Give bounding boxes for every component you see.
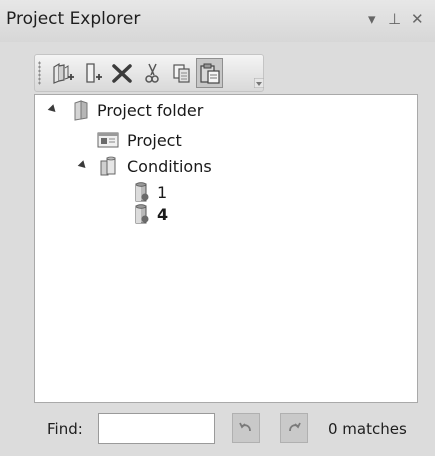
tree-node-label: Project folder — [97, 100, 204, 120]
cut-button[interactable] — [138, 59, 165, 87]
tree-node-label: Conditions — [127, 156, 212, 176]
find-previous-icon — [239, 422, 251, 432]
project-icon — [97, 132, 119, 148]
find-bar: Find: 0 matches — [34, 406, 418, 450]
find-input[interactable] — [98, 413, 215, 444]
copy-icon — [172, 64, 190, 83]
delete-icon — [111, 64, 132, 83]
project-tree: Project folder Project Conditions 1 4 — [34, 94, 418, 403]
toolbar-grip[interactable] — [38, 61, 41, 85]
new-folder-button[interactable] — [49, 59, 76, 87]
new-folder-icon — [52, 62, 74, 84]
panel-title: Project Explorer — [6, 9, 141, 29]
tree-node-label: 1 — [157, 182, 168, 202]
condition-item-icon — [135, 204, 149, 224]
pin-icon[interactable]: ⊥ — [388, 10, 401, 28]
project-explorer-panel: Project Explorer ▾ ⊥ ✕ Project folder Pr… — [0, 0, 435, 456]
new-item-icon — [85, 63, 102, 83]
title-bar: Project Explorer ▾ ⊥ ✕ — [0, 0, 435, 42]
tree-node-project-folder[interactable]: Project folder — [45, 99, 203, 121]
tree-node-conditions[interactable]: Conditions — [75, 155, 212, 177]
paste-icon — [199, 63, 220, 84]
conditions-icon — [100, 156, 116, 176]
delete-button[interactable] — [108, 59, 135, 87]
expand-arrow-icon[interactable] — [47, 104, 59, 115]
find-next-icon — [289, 422, 301, 432]
dropdown-icon[interactable]: ▾ — [368, 10, 376, 28]
tree-node-label: 4 — [157, 204, 169, 224]
tree-node-condition-4[interactable]: 4 — [133, 203, 168, 225]
expand-arrow-icon[interactable] — [77, 160, 89, 171]
paste-button[interactable] — [196, 58, 223, 88]
tree-node-label: Project — [127, 130, 182, 150]
toolbar-overflow-icon[interactable] — [254, 78, 264, 88]
copy-button[interactable] — [168, 59, 195, 87]
tree-node-project[interactable]: Project — [97, 129, 182, 151]
find-next-button[interactable] — [280, 413, 308, 443]
condition-item-icon — [135, 182, 149, 202]
find-previous-button[interactable] — [232, 413, 260, 443]
new-item-button[interactable] — [79, 59, 106, 87]
tree-node-condition-1[interactable]: 1 — [133, 181, 167, 203]
close-icon[interactable]: ✕ — [411, 10, 424, 28]
find-label: Find: — [47, 420, 83, 438]
toolbar — [34, 54, 264, 92]
match-count: 0 matches — [328, 420, 407, 438]
folder-icon — [74, 100, 88, 121]
cut-icon — [144, 63, 159, 83]
